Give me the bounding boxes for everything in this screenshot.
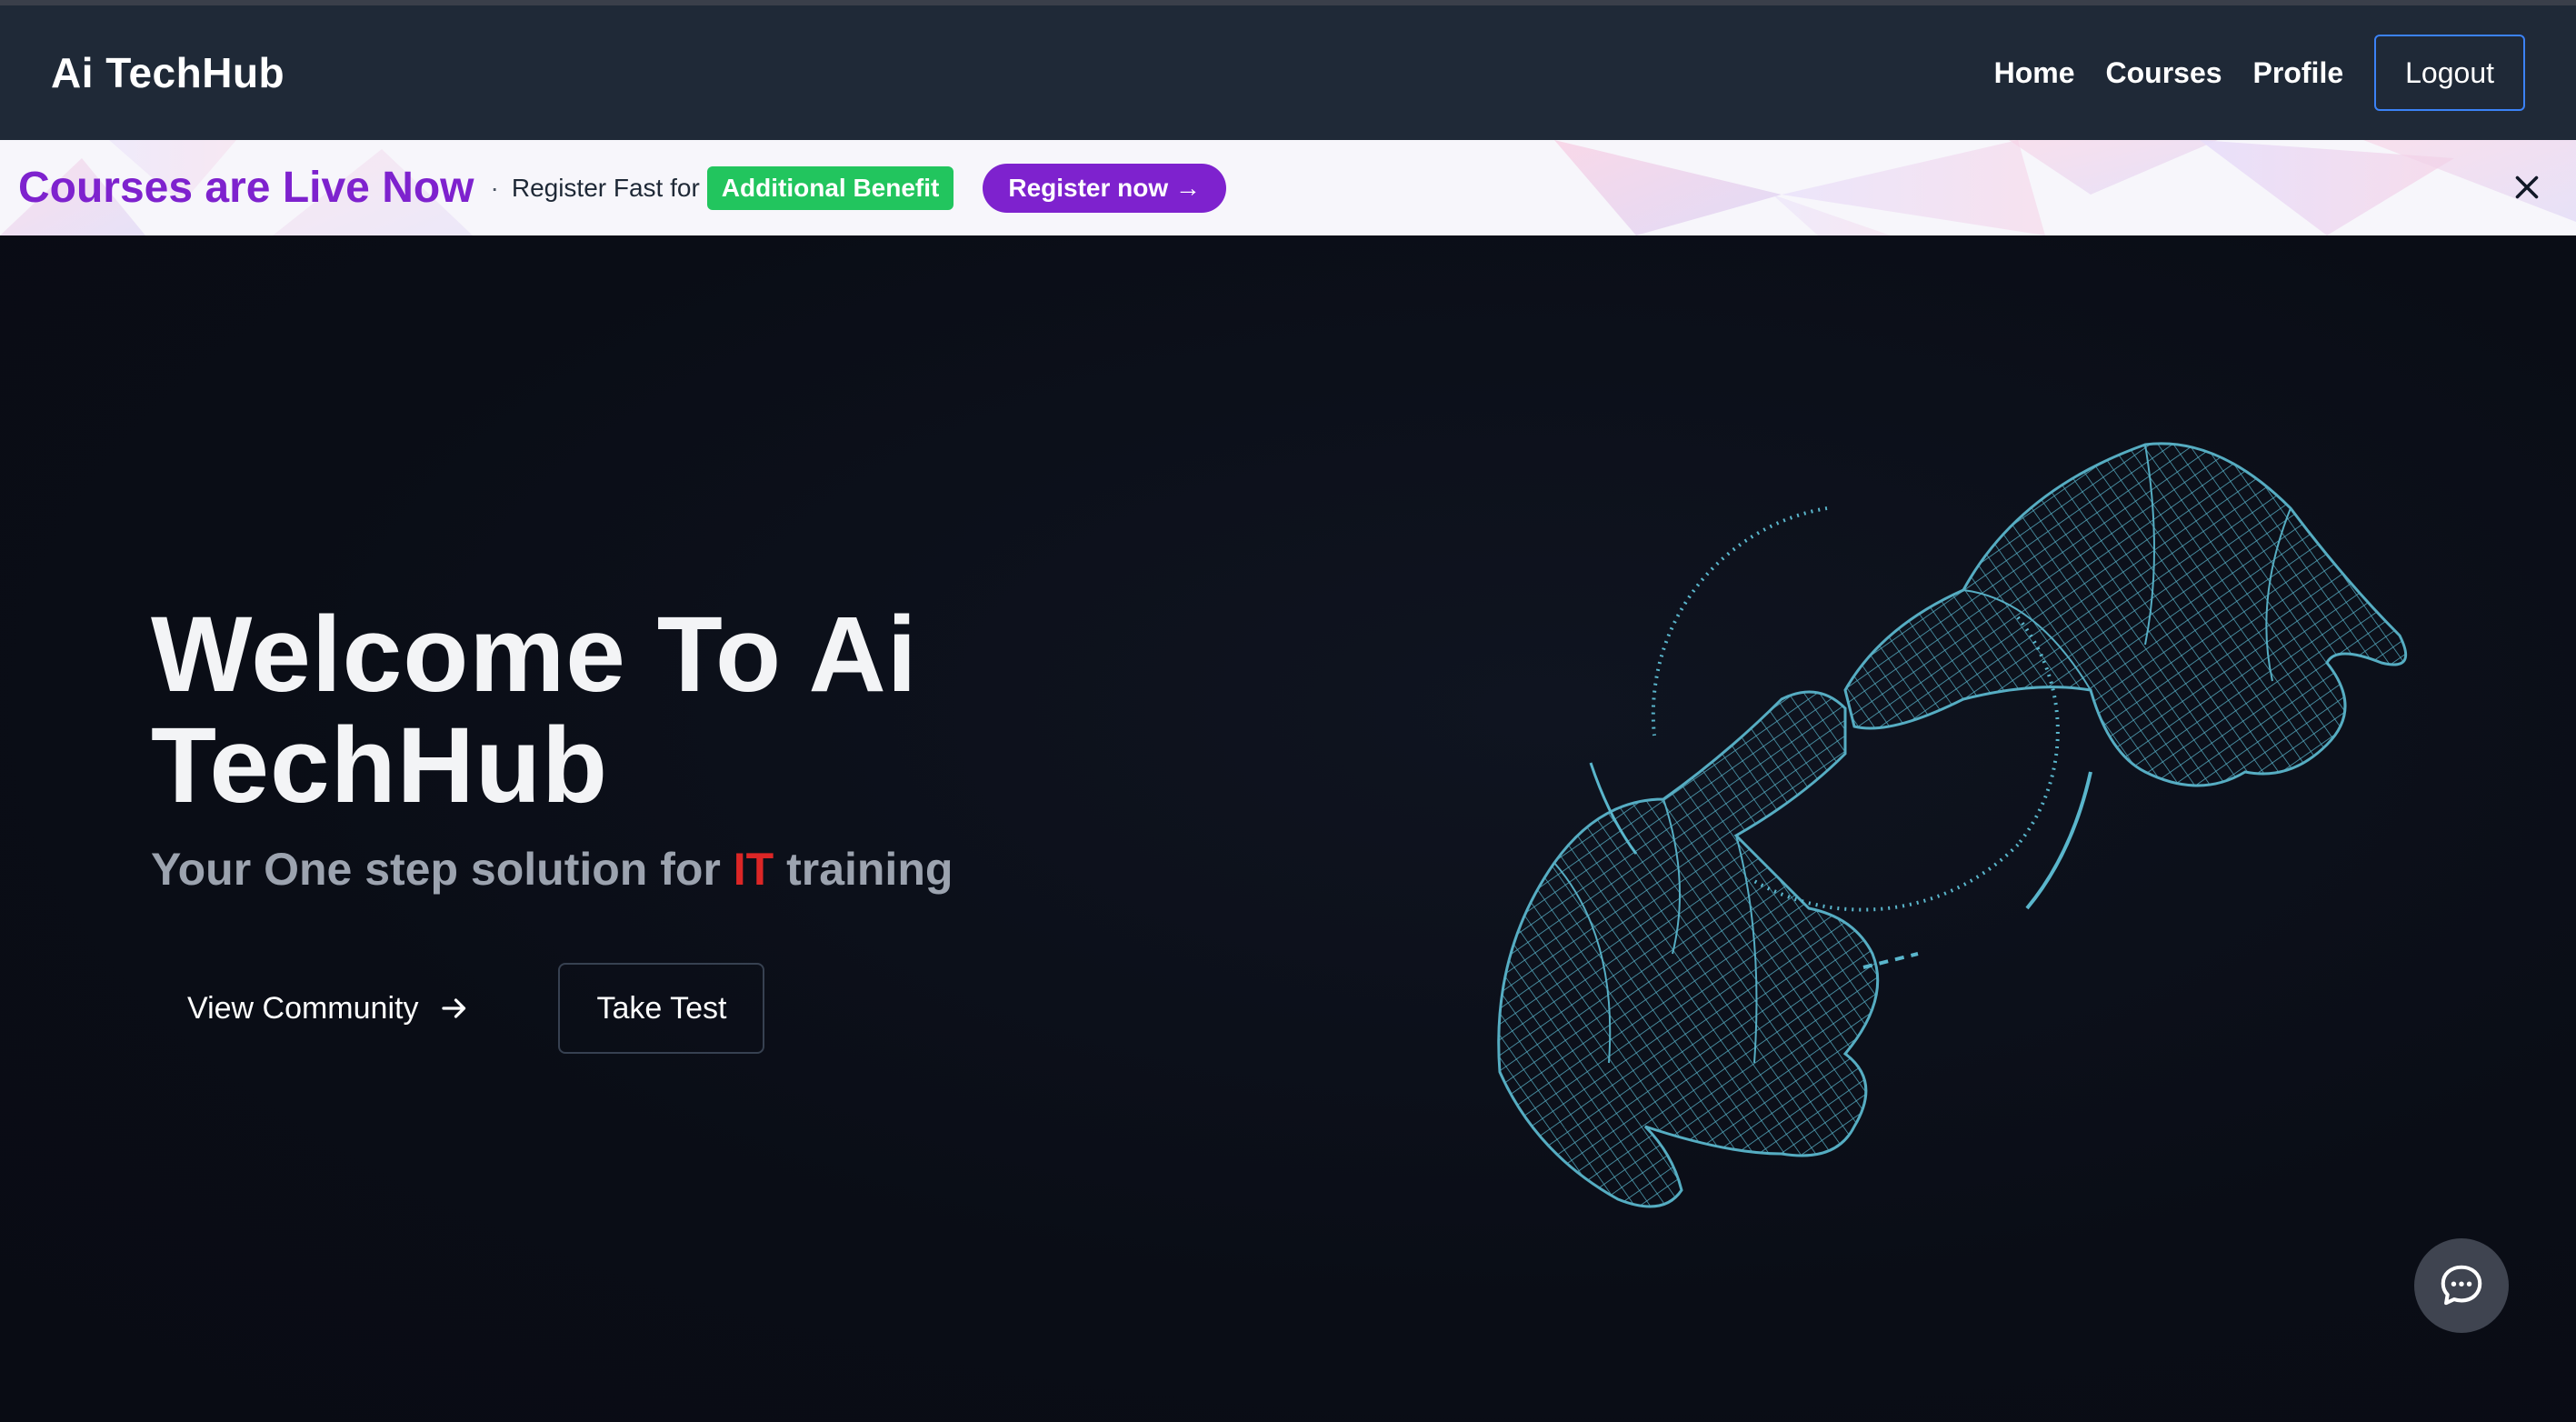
subtitle-start: Your One step solution for bbox=[151, 844, 734, 895]
navbar: Ai TechHub Home Courses Profile Logout bbox=[0, 5, 2576, 140]
nav-courses[interactable]: Courses bbox=[2106, 56, 2222, 90]
nav-profile[interactable]: Profile bbox=[2253, 56, 2344, 90]
close-icon[interactable] bbox=[2511, 171, 2543, 204]
hero-section: Welcome To Ai TechHub Your One step solu… bbox=[0, 235, 2576, 1422]
subtitle-accent: IT bbox=[733, 844, 774, 895]
logout-button[interactable]: Logout bbox=[2374, 35, 2525, 111]
chat-button[interactable] bbox=[2414, 1238, 2509, 1333]
hero-actions: View Community Take Test bbox=[151, 963, 765, 1054]
announcement-banner: Courses are Live Now · Register Fast for… bbox=[0, 140, 2576, 235]
lower-hand bbox=[1497, 690, 1880, 1208]
banner-text: Register Fast for bbox=[511, 173, 700, 202]
hero-subtitle: Your One step solution for IT training bbox=[151, 843, 953, 896]
banner-content: Courses are Live Now · Register Fast for… bbox=[18, 163, 1226, 213]
upper-hand bbox=[1843, 442, 2408, 787]
banner-separator: · bbox=[490, 173, 499, 202]
hero-title: Welcome To Ai TechHub bbox=[151, 595, 918, 826]
register-now-button[interactable]: Register now → bbox=[983, 163, 1226, 213]
benefit-badge: Additional Benefit bbox=[706, 165, 954, 210]
arrow-right-icon bbox=[442, 998, 466, 1018]
wireframe-hands-illustration bbox=[1497, 442, 2408, 1208]
view-community-link[interactable]: View Community bbox=[151, 991, 507, 1026]
view-community-label: View Community bbox=[187, 990, 419, 1026]
take-test-button[interactable]: Take Test bbox=[558, 963, 765, 1054]
banner-headline: Courses are Live Now bbox=[18, 164, 474, 212]
nav-home[interactable]: Home bbox=[1994, 56, 2075, 90]
page: Ai TechHub Home Courses Profile Logout C… bbox=[0, 0, 2576, 1422]
chat-bubble-icon bbox=[2441, 1265, 2482, 1306]
subtitle-end: training bbox=[774, 844, 954, 895]
nav-links: Home Courses Profile Logout bbox=[1994, 35, 2525, 111]
brand-logo[interactable]: Ai TechHub bbox=[51, 48, 285, 97]
